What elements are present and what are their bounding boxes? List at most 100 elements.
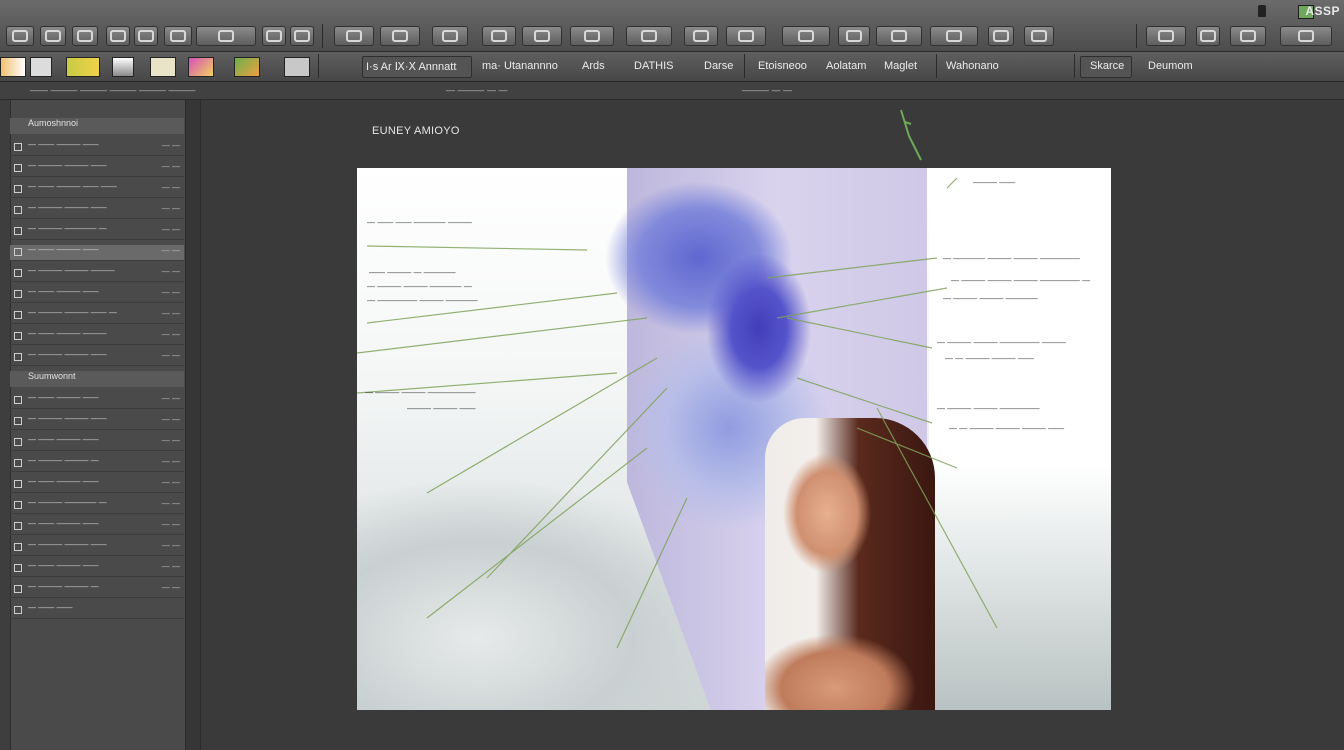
visibility-icon[interactable] xyxy=(14,332,22,340)
font-style-label[interactable]: ma· Utanannno xyxy=(482,60,558,72)
layer-value: — — xyxy=(161,520,180,529)
stamp-tool-button[interactable] xyxy=(164,26,192,46)
layer-row[interactable]: — —— ——— —— — — xyxy=(10,245,184,261)
paragraph-label[interactable]: Deumom xyxy=(1148,60,1193,72)
distribute-button[interactable] xyxy=(684,26,718,46)
visibility-icon[interactable] xyxy=(14,143,22,151)
layer-row[interactable]: — —— ——— —— — — xyxy=(10,140,184,156)
arrange-button[interactable] xyxy=(626,26,672,46)
layer-row[interactable]: — —— ——— —— — — xyxy=(10,519,184,535)
grid-button[interactable] xyxy=(838,26,870,46)
lasso-tool-button[interactable] xyxy=(72,26,98,46)
swatch-cream[interactable] xyxy=(150,57,176,77)
brush-preset-dropdown[interactable] xyxy=(196,26,256,46)
hand-tool-button[interactable] xyxy=(482,26,516,46)
screen-mode-button[interactable] xyxy=(1196,26,1220,46)
visibility-icon[interactable] xyxy=(14,564,22,572)
undo-button[interactable] xyxy=(988,26,1014,46)
layer-row[interactable]: — —— ——— ——— — — xyxy=(10,329,184,345)
callout-left-2: —— ——— — ———— xyxy=(369,268,456,277)
gradient-tool-button[interactable] xyxy=(290,26,314,46)
font-size-label[interactable]: Ards xyxy=(582,60,605,72)
callout-right-7: — ——— ——— ————— xyxy=(937,404,1040,413)
layer-row[interactable]: — ——— ———— — — — xyxy=(10,224,184,240)
crop-tool-button[interactable] xyxy=(106,26,130,46)
snap-button[interactable] xyxy=(930,26,978,46)
visibility-icon[interactable] xyxy=(14,438,22,446)
tracking-label[interactable]: Darse xyxy=(704,60,733,72)
layer-row[interactable]: — ——— ——— — — — xyxy=(10,582,184,598)
move-tool-button[interactable] xyxy=(6,26,34,46)
style-label[interactable]: Etoisneoo xyxy=(758,60,807,72)
guides-icon xyxy=(891,30,907,42)
layer-row[interactable]: — ——— ——— —— — — xyxy=(10,161,184,177)
swatch-green[interactable] xyxy=(234,57,260,77)
layer-label: — —— ——— —— —— xyxy=(28,182,117,191)
visibility-icon[interactable] xyxy=(14,311,22,319)
visibility-icon[interactable] xyxy=(14,164,22,172)
zoom-fit-button[interactable] xyxy=(1230,26,1266,46)
swatch-white[interactable] xyxy=(112,57,134,77)
layer-row[interactable]: — —— ——— —— — — xyxy=(10,287,184,303)
guides-button[interactable] xyxy=(876,26,922,46)
visibility-icon[interactable] xyxy=(14,501,22,509)
visibility-icon[interactable] xyxy=(14,606,22,614)
visibility-icon[interactable] xyxy=(14,227,22,235)
swatch-orange[interactable] xyxy=(0,57,26,77)
visibility-icon[interactable] xyxy=(14,396,22,404)
redo-button[interactable] xyxy=(1024,26,1054,46)
layer-row[interactable]: — —— ——— —— —— — — xyxy=(10,182,184,198)
pen-tool-button[interactable] xyxy=(334,26,374,46)
share-button[interactable] xyxy=(1280,26,1332,46)
visibility-icon[interactable] xyxy=(14,480,22,488)
visibility-icon[interactable] xyxy=(14,353,22,361)
layer-group-header[interactable]: Suumwonnt xyxy=(10,371,184,387)
swatch-magenta[interactable] xyxy=(188,57,214,77)
layer-row[interactable]: — —— ——— —— — — xyxy=(10,477,184,493)
visibility-icon[interactable] xyxy=(14,290,22,298)
layer-value: — — xyxy=(161,541,180,550)
shape-tool-button[interactable] xyxy=(432,26,468,46)
select-tool-button[interactable] xyxy=(40,26,66,46)
layer-row[interactable]: — —— ——— —— — — xyxy=(10,435,184,451)
swatch-light[interactable] xyxy=(284,57,310,77)
warp-label[interactable]: Wahonano xyxy=(946,60,999,72)
view-mode-button[interactable] xyxy=(782,26,830,46)
visibility-icon[interactable] xyxy=(14,206,22,214)
layer-row[interactable]: — ——— ——— — — — xyxy=(10,456,184,472)
layer-group-header[interactable]: Aumoshnnoi xyxy=(10,118,184,134)
visibility-icon[interactable] xyxy=(14,185,22,193)
layer-row[interactable]: — ——— ——— —— — — xyxy=(10,203,184,219)
transform-button[interactable] xyxy=(726,26,766,46)
layer-row[interactable]: — —— —— xyxy=(10,603,184,619)
mask-button[interactable] xyxy=(1146,26,1186,46)
swatch-grey[interactable] xyxy=(30,57,52,77)
zoom-tool-button[interactable] xyxy=(522,26,562,46)
artboard[interactable]: — —— —— ———— ——— —— ——— — ———— — ——— ———… xyxy=(357,168,1111,710)
visibility-icon[interactable] xyxy=(14,585,22,593)
visibility-icon[interactable] xyxy=(14,522,22,530)
alignment-label[interactable]: Aolatam xyxy=(826,60,866,72)
swatch-yellow[interactable] xyxy=(66,57,100,77)
margin-label[interactable]: Maglet xyxy=(884,60,917,72)
visibility-icon[interactable] xyxy=(14,248,22,256)
align-button[interactable] xyxy=(570,26,614,46)
leading-label[interactable]: DATHIS xyxy=(634,60,674,72)
eraser-tool-button[interactable] xyxy=(262,26,286,46)
text-tool-button[interactable] xyxy=(380,26,420,46)
layer-row[interactable]: — ——— ——— —— — — xyxy=(10,414,184,430)
layer-row[interactable]: — ——— ———— — — — xyxy=(10,498,184,514)
layer-row[interactable]: — —— ——— —— — — xyxy=(10,393,184,409)
layer-row[interactable]: — ——— ——— —— — — xyxy=(10,540,184,556)
layer-row[interactable]: — ——— ——— —— — — xyxy=(10,350,184,366)
brush-tool-button[interactable] xyxy=(134,26,158,46)
visibility-icon[interactable] xyxy=(14,269,22,277)
layer-row[interactable]: — ——— ——— —— — — — xyxy=(10,308,184,324)
panel-splitter[interactable] xyxy=(186,100,201,750)
layer-row[interactable]: — —— ——— —— — — xyxy=(10,561,184,577)
visibility-icon[interactable] xyxy=(14,459,22,467)
visibility-icon[interactable] xyxy=(14,543,22,551)
lock-icon[interactable] xyxy=(1258,5,1266,17)
layer-row[interactable]: — ——— ——— ——— — — xyxy=(10,266,184,282)
visibility-icon[interactable] xyxy=(14,417,22,425)
